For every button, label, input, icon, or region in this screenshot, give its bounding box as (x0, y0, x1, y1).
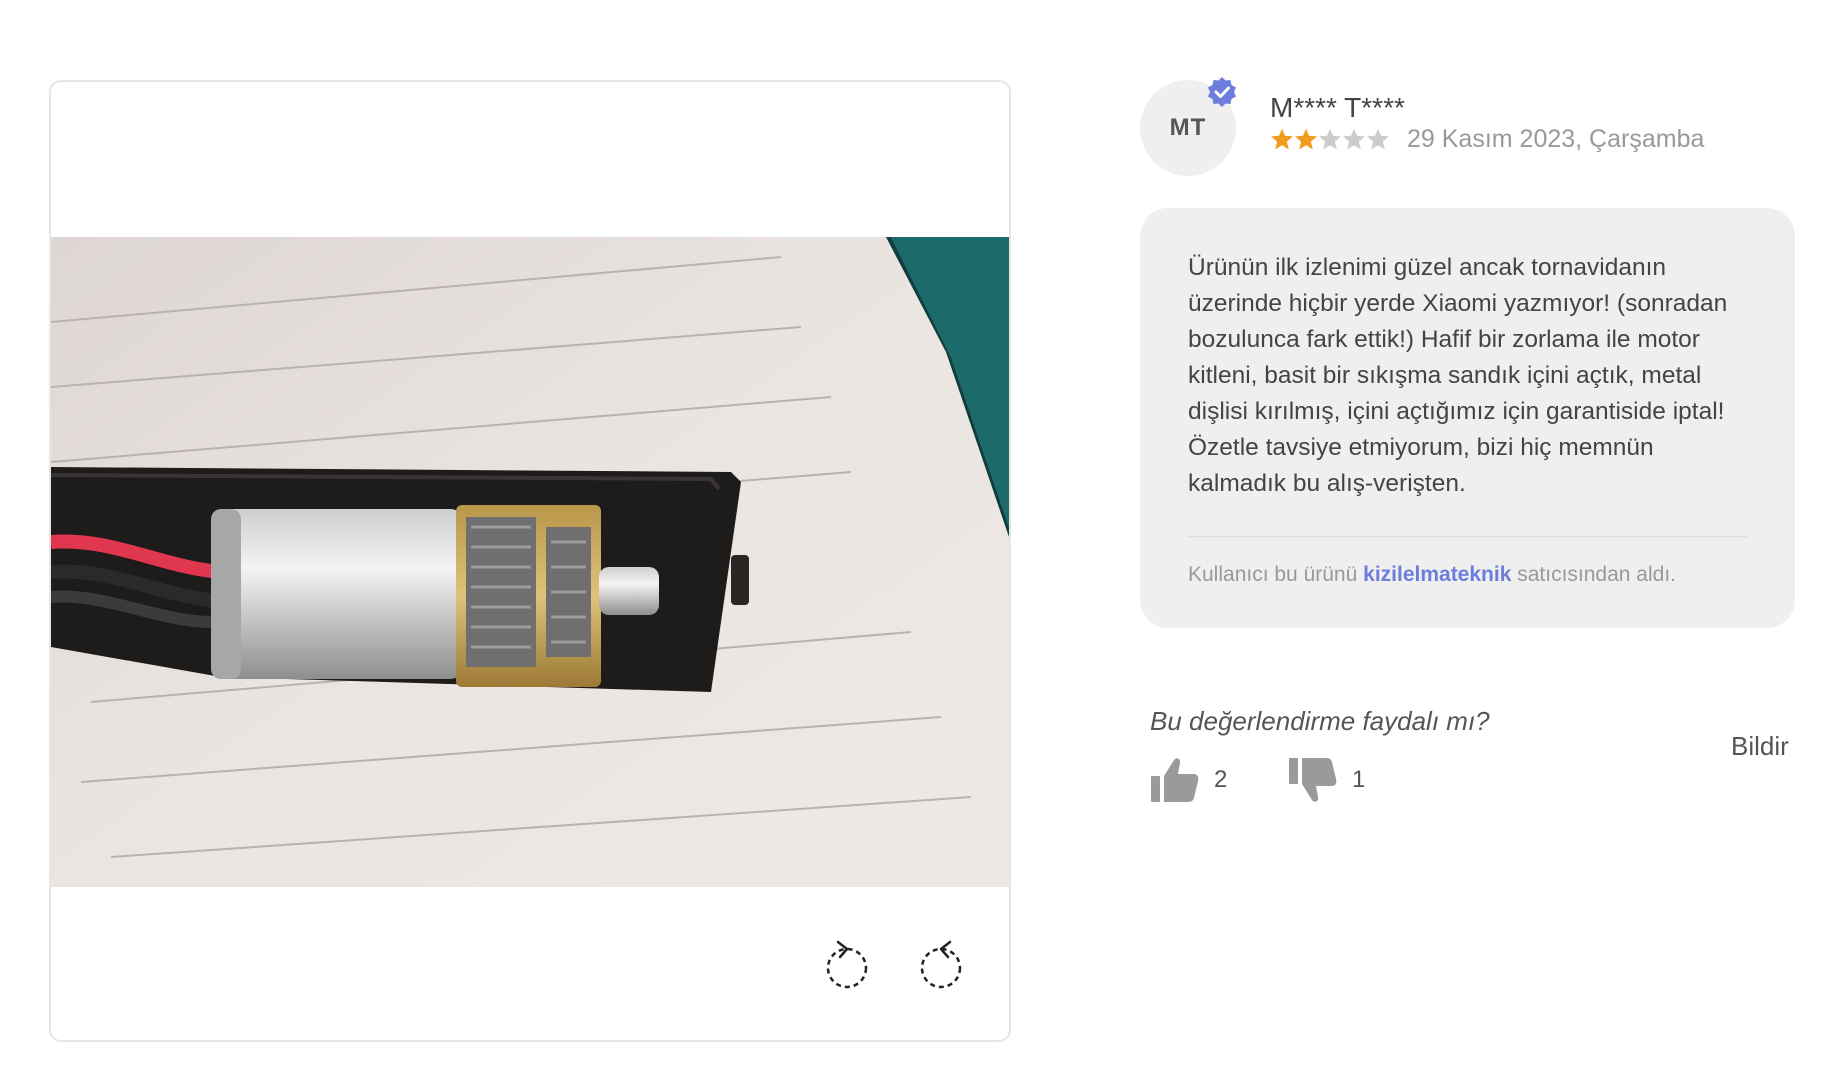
star-filled-icon (1295, 128, 1317, 150)
reviewer-name: M**** T**** (1270, 92, 1405, 123)
rotate-left-icon (826, 940, 868, 989)
star-rating (1270, 127, 1390, 151)
dislike-button[interactable]: 1 (1288, 756, 1365, 804)
star-empty-icon (1343, 128, 1365, 150)
like-button[interactable]: 2 (1150, 756, 1227, 804)
star-empty-icon (1319, 128, 1341, 150)
verified-check-icon (1208, 77, 1236, 107)
review-text: Ürünün ilk izlenimi güzel ancak tornavid… (1188, 254, 1728, 497)
like-count: 2 (1214, 766, 1228, 793)
helpful-question: Bu değerlendirme faydalı mı? (1150, 706, 1490, 736)
report-button[interactable]: Bildir (1731, 731, 1789, 762)
rotate-left-button[interactable] (815, 932, 879, 996)
seller-info: Kullanıcı bu ürünü kizilelmateknik satıc… (1188, 563, 1747, 587)
rotate-right-icon (920, 940, 962, 989)
star-filled-icon (1271, 128, 1293, 150)
thumbs-down-icon (1289, 758, 1337, 802)
seller-suffix: satıcısından aldı. (1517, 563, 1676, 586)
review-image-viewer (49, 80, 1011, 1042)
seller-prefix: Kullanıcı bu ürünü (1188, 563, 1358, 586)
thumbs-up-icon (1151, 758, 1199, 802)
rotate-right-button[interactable] (909, 932, 973, 996)
review-photo[interactable] (51, 237, 1009, 887)
star-empty-icon (1367, 128, 1389, 150)
review-bubble: Ürünün ilk izlenimi güzel ancak tornavid… (1140, 208, 1795, 628)
avatar-initials: MT (1169, 114, 1207, 141)
dislike-count: 1 (1352, 766, 1366, 793)
review-date: 29 Kasım 2023, Çarşamba (1407, 125, 1705, 153)
divider (1188, 536, 1747, 537)
seller-link[interactable]: kizilelmateknik (1363, 563, 1511, 586)
